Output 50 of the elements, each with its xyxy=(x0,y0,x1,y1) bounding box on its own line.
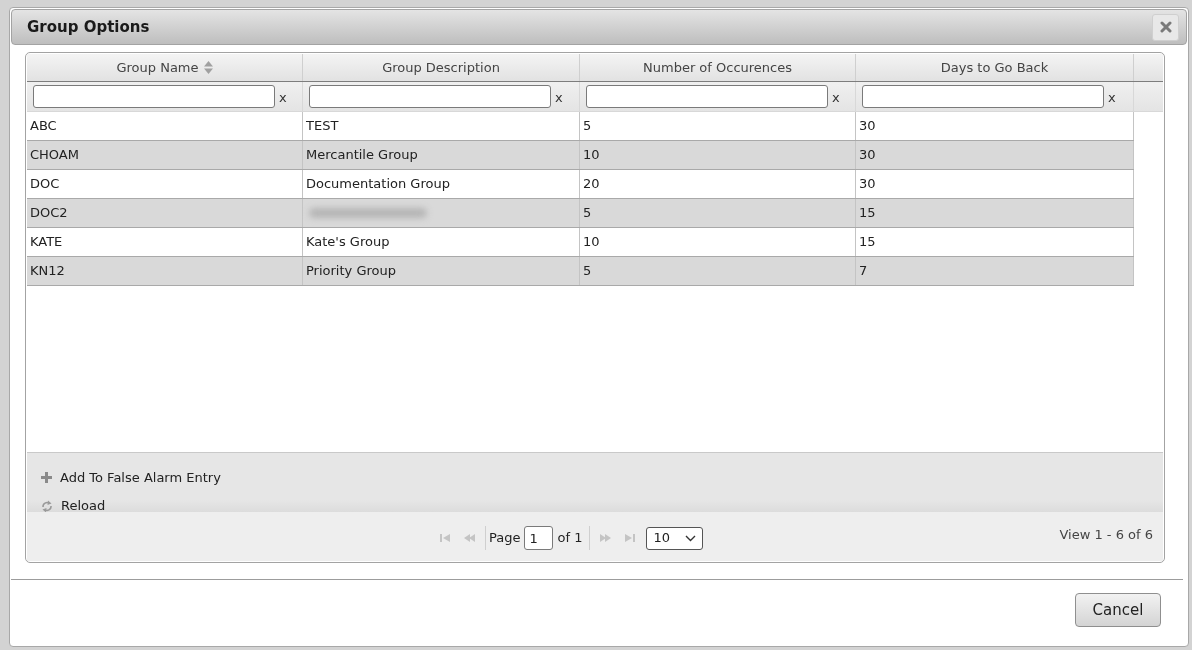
table-cell: 5 xyxy=(580,112,856,140)
table-cell: 15 xyxy=(856,199,1134,227)
toolbar-action[interactable]: Add To False Alarm Entry xyxy=(41,467,221,487)
table-cell: 5 xyxy=(580,199,856,227)
clear-filter-link[interactable]: x xyxy=(832,91,840,104)
table-cell: 10 xyxy=(580,141,856,169)
toolbar-action[interactable]: Reload xyxy=(41,496,106,516)
table-cell: Priority Group xyxy=(303,257,580,285)
table-cell: 5 xyxy=(580,257,856,285)
table-cell: CHOAM xyxy=(27,141,303,169)
close-icon xyxy=(1159,21,1172,33)
clear-filter-link[interactable]: x xyxy=(1108,91,1116,104)
table-cell: ABC xyxy=(27,112,303,140)
table-cell: 20 xyxy=(580,170,856,198)
table-cell: KN12 xyxy=(27,257,303,285)
record-count-text: View 1 - 6 of 6 xyxy=(1059,526,1153,545)
table-cell: 15 xyxy=(856,228,1134,256)
column-header[interactable]: Group Name xyxy=(27,54,303,81)
page-input[interactable]: 1 xyxy=(524,526,554,550)
table-cell: Documentation Group xyxy=(303,170,580,198)
refresh-icon xyxy=(41,500,53,513)
table-cell: Kate's Group xyxy=(303,228,580,256)
table-cell: 7 xyxy=(856,257,1134,285)
column-header[interactable]: Group Description xyxy=(303,54,580,81)
table-cell: 30 xyxy=(856,112,1134,140)
plus-icon xyxy=(41,471,52,483)
table-cell: Mercantile Group xyxy=(303,141,580,169)
filter-input[interactable] xyxy=(862,85,1104,108)
page-label: Page xyxy=(489,529,521,548)
table-cell: 30 xyxy=(856,170,1134,198)
table-cell: 10 xyxy=(580,228,856,256)
chevron-down-icon xyxy=(685,534,697,542)
column-header[interactable]: Number of Occurences xyxy=(580,54,856,81)
column-header[interactable]: Days to Go Back xyxy=(856,54,1134,81)
table-cell: DOC2 xyxy=(27,199,303,227)
close-button[interactable] xyxy=(1152,13,1179,41)
filter-input[interactable] xyxy=(309,85,551,108)
sort-icon[interactable] xyxy=(203,61,213,74)
table-cell: TEST xyxy=(303,112,580,140)
page-count-label: of 1 xyxy=(557,529,583,548)
table-cell: 30 xyxy=(856,141,1134,169)
clear-filter-link[interactable]: x xyxy=(555,91,563,104)
table-cell: KATE xyxy=(27,228,303,256)
filter-input[interactable] xyxy=(586,85,828,108)
filter-input[interactable] xyxy=(33,85,275,108)
page-size-dropdown[interactable]: 10 xyxy=(646,526,704,550)
table-cell: DOC xyxy=(27,170,303,198)
clear-filter-link[interactable]: x xyxy=(279,91,287,104)
cancel-button[interactable]: Cancel xyxy=(1075,593,1161,627)
dialog-title: Group Options xyxy=(27,16,150,38)
